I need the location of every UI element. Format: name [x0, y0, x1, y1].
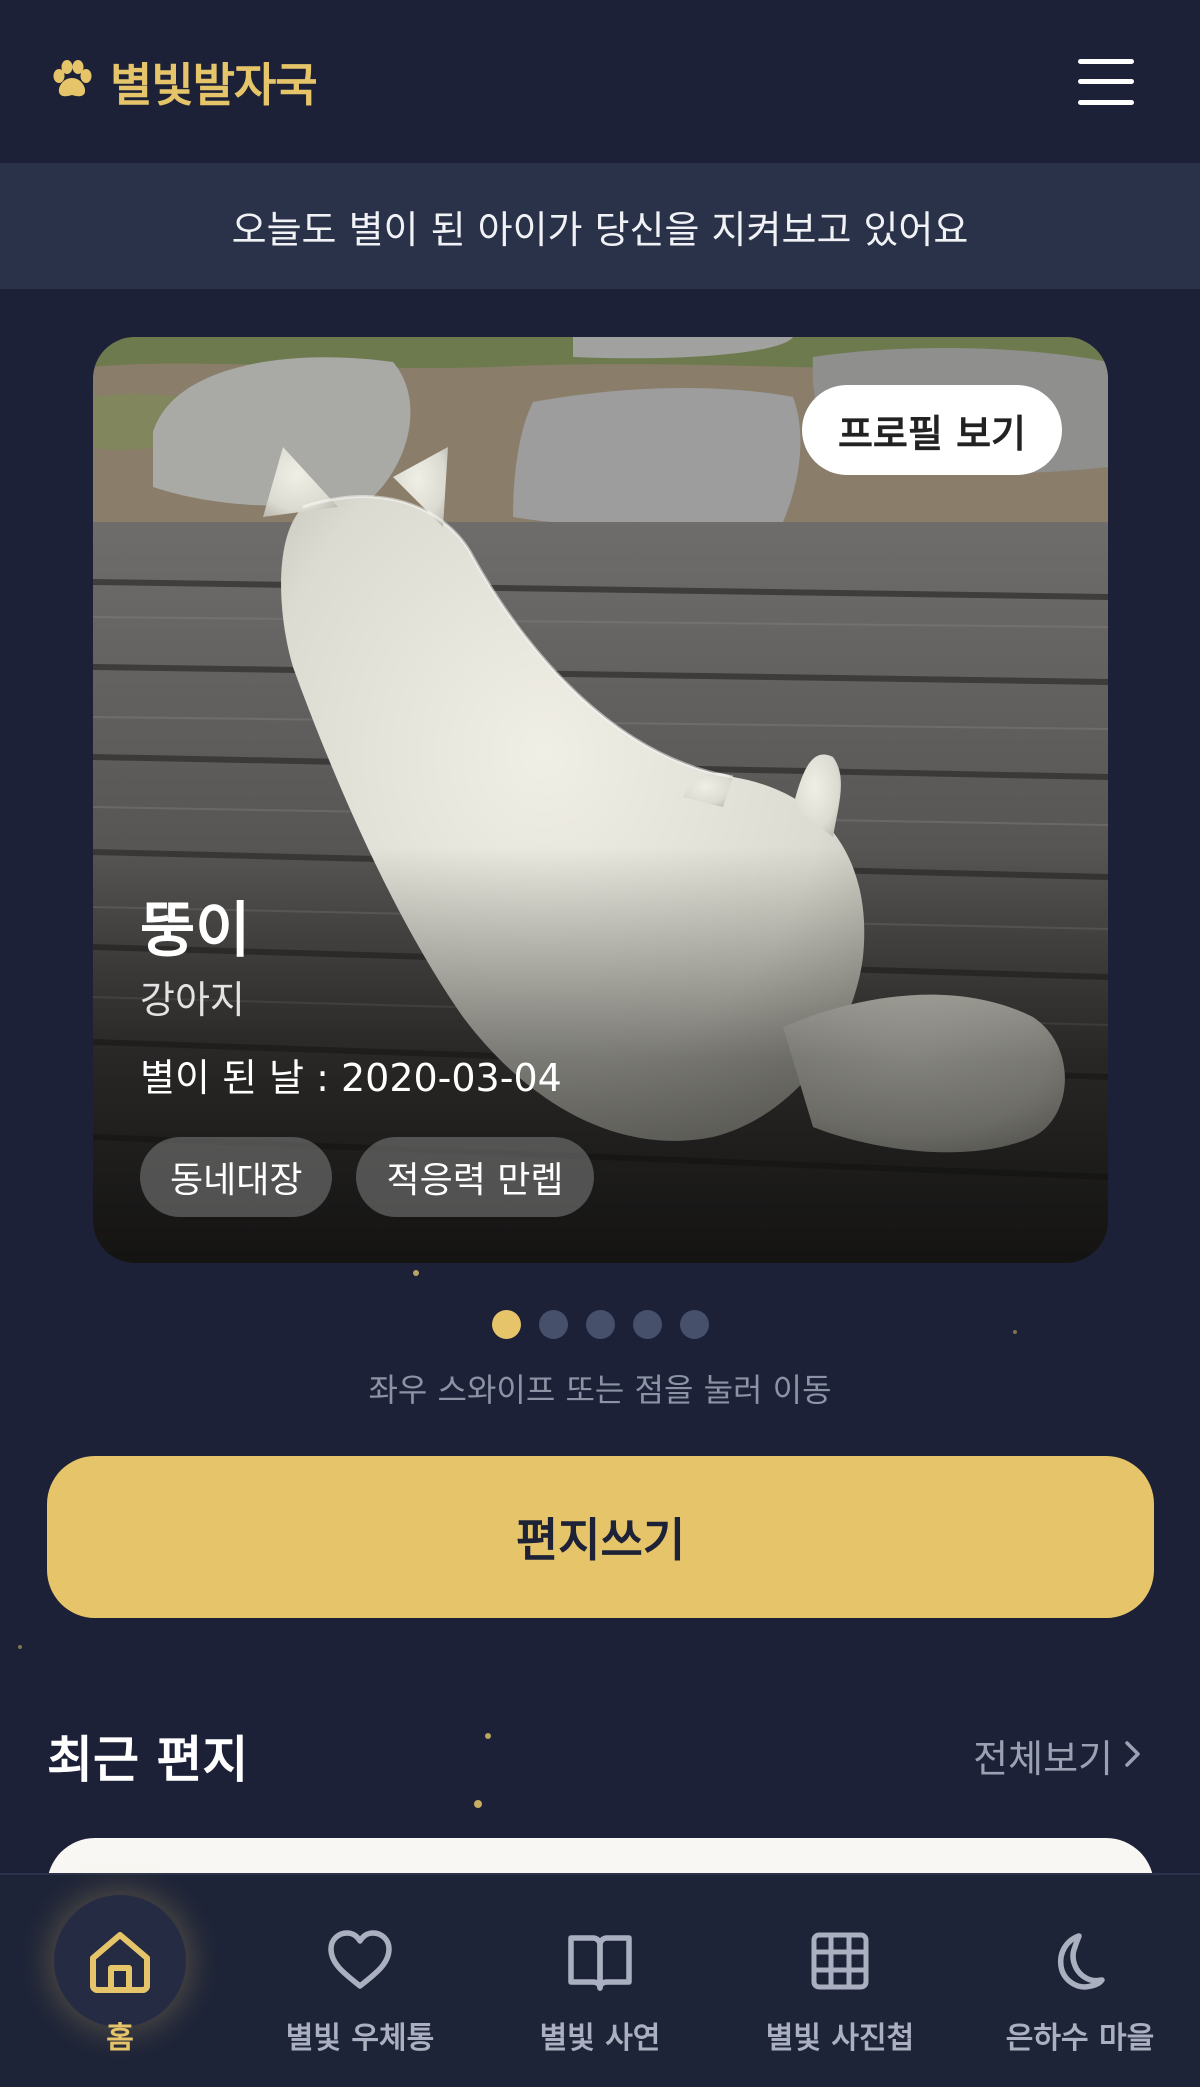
card-gradient-overlay: [93, 337, 1108, 1263]
menu-icon: [1078, 58, 1134, 64]
app-logo[interactable]: 별빛발자국: [50, 49, 318, 115]
pet-tag: 동네대장: [140, 1137, 333, 1217]
pet-profile-card[interactable]: 프로필 보기 뚱이 강아지 별이 된 날 : 2020-03-04 동네대장 적…: [93, 337, 1108, 1263]
pet-name: 뚱이: [140, 896, 251, 966]
nav-star-mailbox[interactable]: 별빛 우체통: [240, 1895, 480, 2057]
nav-label: 별빛 사진첩: [765, 2021, 915, 2056]
message-banner: 오늘도 별이 된 아이가 당신을 지켜보고 있어요: [0, 163, 1200, 289]
star-decoration: [18, 1645, 22, 1649]
carousel-pagination: [0, 1310, 1200, 1339]
see-all-link[interactable]: 전체보기: [973, 1728, 1143, 1783]
pet-type: 강아지: [140, 978, 245, 1022]
carousel-dot[interactable]: [679, 1310, 709, 1339]
see-all-label: 전체보기: [973, 1737, 1113, 1781]
carousel-dot[interactable]: [585, 1310, 615, 1339]
heart-icon: [294, 1895, 426, 2027]
nav-label: 홈: [106, 2021, 134, 2056]
star-decoration: [413, 1270, 419, 1276]
carousel-dot[interactable]: [632, 1310, 662, 1339]
bottom-navigation: 홈 별빛 우체통 별빛 사연 별빛 사진첩 은하수 마을: [0, 1873, 1200, 2087]
app-header: 별빛발자국: [0, 0, 1200, 163]
menu-icon: [1078, 79, 1134, 84]
recent-letters-title: 최근 편지: [47, 1731, 249, 1789]
moon-icon: [1014, 1895, 1146, 2027]
paw-icon: [50, 59, 94, 104]
pet-tag: 적응력 만렙: [356, 1137, 594, 1217]
carousel-dot[interactable]: [538, 1310, 568, 1339]
pet-tags: 동네대장 적응력 만렙: [140, 1137, 594, 1217]
nav-label: 별빛 사연: [539, 2021, 661, 2056]
nav-label: 별빛 우체통: [285, 2021, 435, 2056]
star-decoration: [485, 1733, 491, 1739]
menu-icon: [1078, 99, 1134, 105]
book-icon: [534, 1895, 666, 2027]
home-icon: [54, 1895, 186, 2027]
nav-home[interactable]: 홈: [0, 1895, 240, 2057]
view-profile-button[interactable]: 프로필 보기: [801, 385, 1062, 475]
hamburger-menu-button[interactable]: [1078, 58, 1134, 105]
pet-star-date: 별이 된 날 : 2020-03-04: [140, 1056, 562, 1100]
write-letter-button[interactable]: 편지쓰기: [47, 1456, 1154, 1618]
star-decoration: [474, 1800, 482, 1808]
app-logo-text: 별빛발자국: [110, 57, 318, 112]
nav-label: 은하수 마을: [1005, 2021, 1155, 2056]
app-screen: 별빛발자국 오늘도 별이 된 아이가 당신을 지켜보고 있어요 프로필 보기 뚱…: [0, 0, 1200, 2087]
chevron-right-icon: [1123, 1734, 1143, 1778]
carousel-dot[interactable]: [491, 1310, 521, 1339]
carousel-hint: 좌우 스와이프 또는 점을 눌러 이동: [368, 1371, 832, 1409]
nav-star-album[interactable]: 별빛 사진첩: [720, 1895, 960, 2057]
nav-milkyway-village[interactable]: 은하수 마을: [960, 1895, 1200, 2057]
nav-star-stories[interactable]: 별빛 사연: [480, 1895, 720, 2057]
grid-icon: [774, 1895, 906, 2027]
